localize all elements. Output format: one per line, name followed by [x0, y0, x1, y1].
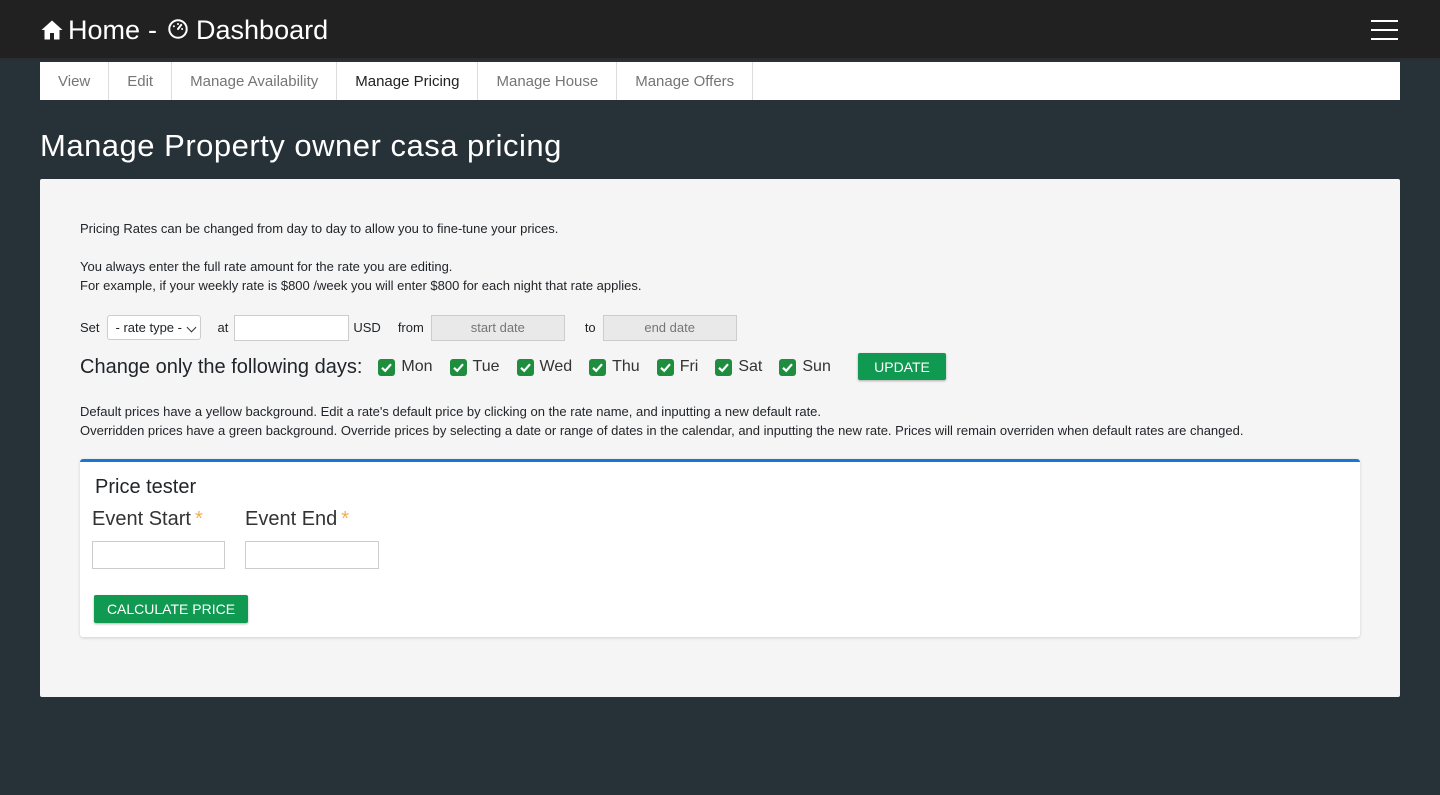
default-price-note: Default prices have a yellow background.… [80, 404, 822, 419]
tab-manage-availability[interactable]: Manage Availability [172, 62, 338, 100]
dashboard-link[interactable]: Dashboard [196, 15, 328, 46]
day-checkbox-sat[interactable]: Sat [715, 358, 762, 376]
day-label: Fri [679, 358, 699, 375]
checkbox-checked-icon[interactable] [516, 358, 534, 376]
checkbox-checked-icon[interactable] [656, 358, 674, 376]
checkbox-checked-icon[interactable] [779, 358, 797, 376]
intro-text: You always enter the full rate amount fo… [80, 259, 453, 274]
day-label: Tue [472, 358, 500, 375]
event-start-label: Event Start * [92, 508, 203, 531]
from-label: from [397, 320, 424, 335]
checkbox-checked-icon[interactable] [449, 358, 467, 376]
event-end-input[interactable] [245, 541, 379, 569]
breadcrumb-separator: - [148, 14, 158, 45]
price-tester-title: Price tester [95, 476, 197, 498]
tab-bar: View Edit Manage Availability Manage Pri… [40, 62, 1400, 100]
rate-form: Set - rate type - at USD from to [80, 314, 737, 341]
event-end-label: Event End * [245, 508, 349, 531]
to-label: to [584, 320, 596, 335]
checkbox-checked-icon[interactable] [378, 358, 396, 376]
day-checkbox-thu[interactable]: Thu [589, 358, 640, 376]
required-mark: * [341, 508, 350, 530]
day-label: Wed [539, 358, 573, 375]
days-label: Change only the following days: [80, 355, 363, 378]
day-checkbox-tue[interactable]: Tue [449, 358, 500, 376]
menu-toggle-icon[interactable] [1370, 19, 1400, 41]
rate-type-select[interactable]: - rate type - [106, 315, 201, 340]
home-icon[interactable] [40, 18, 64, 42]
days-selector: Change only the following days: Mon Tue … [80, 352, 848, 382]
rate-amount-input[interactable] [234, 314, 350, 341]
at-label: at [217, 320, 229, 335]
event-start-input[interactable] [92, 541, 225, 569]
day-checkbox-mon[interactable]: Mon [378, 358, 433, 376]
intro-text: Pricing Rates can be changed from day to… [80, 221, 559, 236]
currency-label: USD [353, 320, 381, 335]
intro-text: For example, if your weekly rate is $800… [80, 278, 642, 293]
update-button[interactable]: UPDATE [858, 353, 946, 380]
dashboard-gauge-icon[interactable] [167, 18, 191, 42]
chevron-down-icon [186, 322, 196, 333]
top-navbar: Home - Dashboard [0, 0, 1440, 60]
start-date-input[interactable] [430, 314, 565, 341]
override-price-note: Overridden prices have a green backgroun… [80, 423, 1244, 438]
day-label: Sun [802, 358, 831, 375]
day-label: Sat [738, 358, 763, 375]
checkbox-checked-icon[interactable] [715, 358, 733, 376]
checkbox-checked-icon[interactable] [589, 358, 607, 376]
day-checkbox-wed[interactable]: Wed [516, 358, 573, 376]
tab-manage-offers[interactable]: Manage Offers [617, 62, 754, 100]
event-start-label-text: Event Start [92, 508, 191, 530]
set-label: Set [80, 320, 100, 335]
home-link[interactable]: Home [68, 15, 140, 46]
page-title: Manage Property owner casa pricing [40, 128, 562, 163]
required-mark: * [194, 508, 203, 530]
day-checkbox-sun[interactable]: Sun [779, 358, 831, 376]
pricing-panel: Pricing Rates can be changed from day to… [40, 179, 1400, 697]
tab-view[interactable]: View [40, 62, 110, 100]
calculate-price-button[interactable]: CALCULATE PRICE [94, 595, 248, 623]
rate-type-selected: - rate type - [115, 320, 182, 335]
day-label: Thu [612, 358, 640, 375]
event-end-label-text: Event End [245, 508, 338, 530]
end-date-input[interactable] [602, 314, 737, 341]
tab-manage-pricing[interactable]: Manage Pricing [337, 62, 479, 100]
tab-edit[interactable]: Edit [109, 62, 173, 100]
day-label: Mon [401, 358, 433, 375]
price-tester-card: Price tester Event Start * Event End * CAL… [80, 459, 1360, 637]
tab-manage-house[interactable]: Manage House [478, 62, 618, 100]
breadcrumb: Home - Dashboard [40, 13, 328, 47]
day-checkbox-fri[interactable]: Fri [656, 358, 699, 376]
